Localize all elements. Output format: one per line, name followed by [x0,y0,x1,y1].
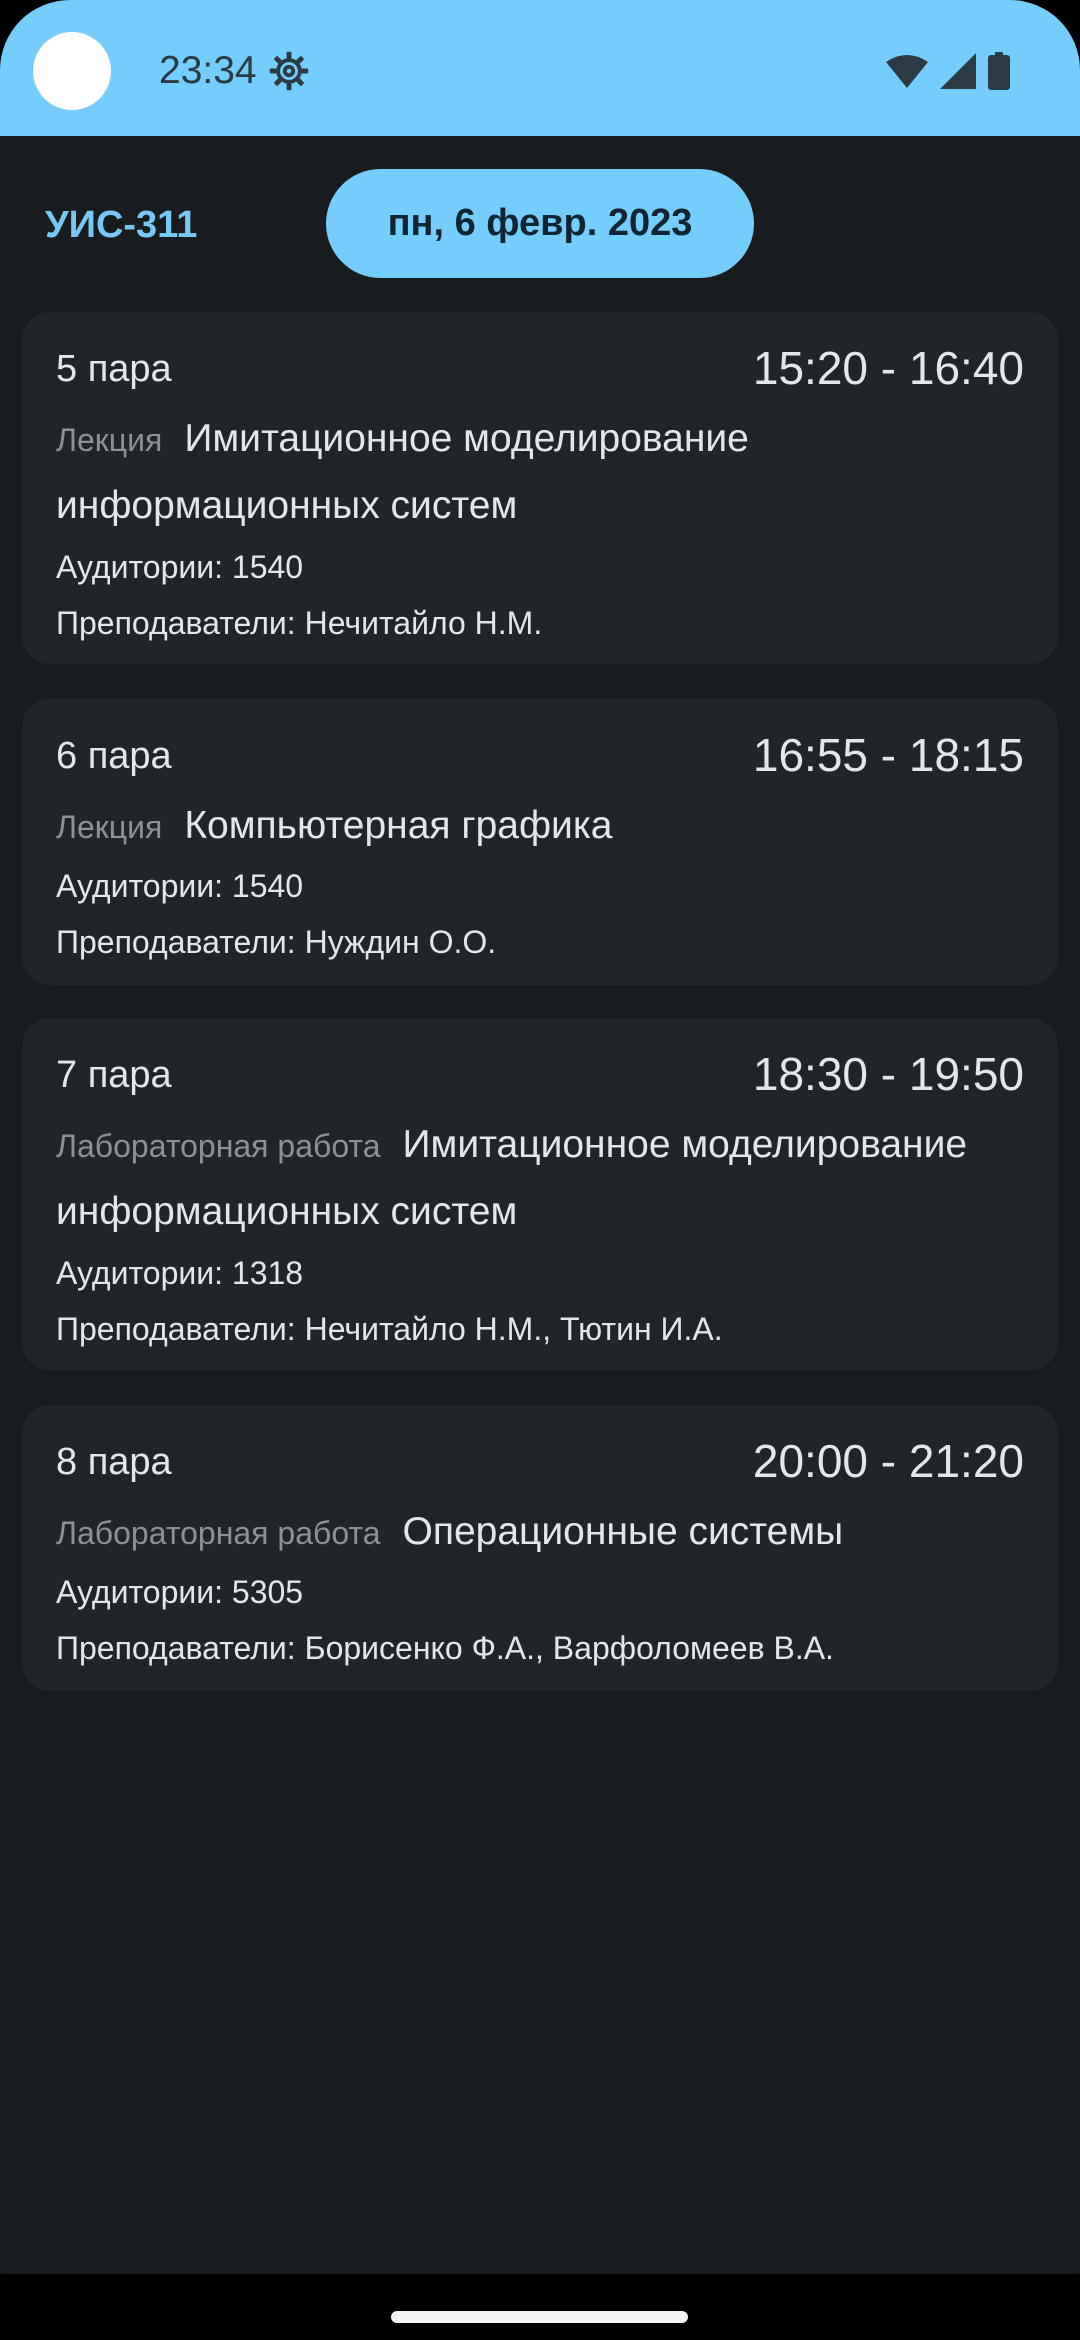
lesson-time: 15:20 - 16:40 [752,342,1024,394]
lesson-type: Лекция [56,422,163,458]
lesson-teachers: Преподаватели: Борисенко Ф.А., Варфоломе… [56,1630,834,1666]
wifi-icon [886,55,928,88]
lesson-number: 7 пара [56,1054,172,1096]
status-icons [886,50,1010,92]
navigation-bar [0,2274,1080,2340]
lesson-card[interactable]: 8 пара 20:00 - 21:20 Лабораторная работа… [22,1405,1058,1691]
lesson-time: 20:00 - 21:20 [752,1435,1024,1487]
settings-gear-icon [269,51,309,91]
lesson-teachers: Преподаватели: Нуждин О.О. [56,924,497,960]
lesson-rooms: Аудитории: 1540 [56,549,304,585]
cellular-signal-icon [940,53,976,89]
lesson-subject: Операционные системы [402,1510,844,1553]
lesson-time: 18:30 - 19:50 [752,1048,1024,1100]
lesson-card[interactable]: 7 пара 18:30 - 19:50 Лабораторная работа… [22,1018,1058,1370]
status-bar: 23:34 [0,0,1080,136]
lesson-card[interactable]: 5 пара 15:20 - 16:40 Лекция Имитационное … [22,312,1058,664]
lesson-rooms: Аудитории: 1318 [56,1255,304,1291]
lesson-number: 5 пара [56,348,172,390]
lesson-subject-line: Лабораторная работа Операционные системы [56,1499,1006,1566]
lesson-teachers: Преподаватели: Нечитайло Н.М., Тютин И.А… [56,1311,723,1347]
camera-cutout [33,32,111,110]
lesson-number: 8 пара [56,1441,172,1483]
lesson-type: Лабораторная работа [56,1515,381,1551]
lesson-type: Лекция [56,809,163,845]
lesson-subject-line: Лекция Компьютерная графика [56,793,1006,860]
lesson-card[interactable]: 6 пара 16:55 - 18:15 Лекция Компьютерная … [22,699,1058,985]
lesson-subject-line: Лекция Имитационное моделирование информа… [56,406,1006,539]
status-time: 23:34 [159,49,257,92]
home-indicator[interactable] [391,2311,688,2323]
lesson-rooms: Аудитории: 1540 [56,868,304,904]
app-screen: 23:34 УИС-311 пн, 6 февр. 2023 5 пара 15… [0,0,1080,2340]
lesson-rooms: Аудитории: 5305 [56,1574,304,1610]
lesson-teachers: Преподаватели: Нечитайло Н.М. [56,605,543,641]
lesson-type: Лабораторная работа [56,1128,381,1164]
date-picker-button[interactable]: пн, 6 февр. 2023 [326,169,754,278]
group-selector[interactable]: УИС-311 [45,200,197,250]
lesson-time: 16:55 - 18:15 [752,729,1024,781]
lesson-subject-line: Лабораторная работа Имитационное моделиро… [56,1112,1006,1245]
lesson-subject: Компьютерная графика [184,804,613,847]
lesson-number: 6 пара [56,735,172,777]
battery-icon [988,52,1010,90]
